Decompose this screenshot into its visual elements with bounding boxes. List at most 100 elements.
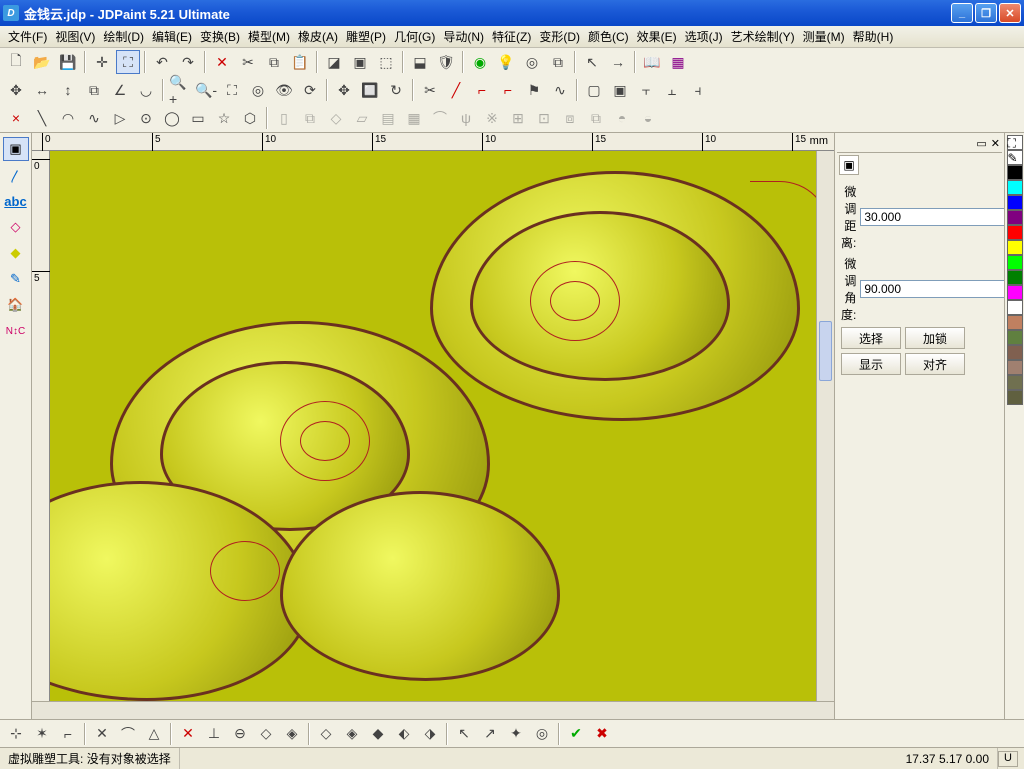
op11-icon[interactable]: ⊡ xyxy=(532,106,556,130)
swatch[interactable] xyxy=(1007,165,1023,180)
panel-dock-icon[interactable]: ▭ xyxy=(976,137,986,150)
lock-button[interactable]: 加锁 xyxy=(905,327,965,349)
bulb-green-icon[interactable]: ◉ xyxy=(468,50,492,74)
rect-icon[interactable]: ▭ xyxy=(186,106,210,130)
zoom-fit-icon[interactable]: ⛶ xyxy=(220,78,244,102)
corner2-icon[interactable]: ⌐ xyxy=(496,78,520,102)
op3-icon[interactable]: ◇ xyxy=(324,106,348,130)
diamond2-icon[interactable]: ◈ xyxy=(340,722,364,746)
swatch[interactable] xyxy=(1007,240,1023,255)
op12-icon[interactable]: ⧈ xyxy=(558,106,582,130)
frame1-icon[interactable]: ▢ xyxy=(582,78,606,102)
hexagon-icon[interactable]: ⬡ xyxy=(238,106,262,130)
select-button[interactable]: 选择 xyxy=(841,327,901,349)
menu-effect[interactable]: 效果(E) xyxy=(633,26,681,47)
maximize-button[interactable]: ❐ xyxy=(975,3,997,23)
tool-brush-icon[interactable]: ✎ xyxy=(3,267,29,291)
tool-curve-icon[interactable]: 〳 xyxy=(3,163,29,187)
tool-drop-icon[interactable]: 🏠 xyxy=(3,293,29,317)
vertical-scrollbar[interactable] xyxy=(816,151,834,701)
swatch[interactable] xyxy=(1007,195,1023,210)
op6-icon[interactable]: ▦ xyxy=(402,106,426,130)
angle-icon[interactable]: ∠ xyxy=(108,78,132,102)
move-icon[interactable]: ✥ xyxy=(4,78,28,102)
flag-icon[interactable]: ⚑ xyxy=(522,78,546,102)
tan-icon[interactable]: ⊖ xyxy=(228,722,252,746)
redo-icon[interactable]: ↷ xyxy=(176,50,200,74)
close-button[interactable]: ✕ xyxy=(999,3,1021,23)
diamond3-icon[interactable]: ◆ xyxy=(366,722,390,746)
tool-paint-icon[interactable]: ◆ xyxy=(3,241,29,265)
show-button[interactable]: 显示 xyxy=(841,353,901,375)
eye-icon[interactable]: 👁 xyxy=(272,78,296,102)
box-icon[interactable]: ▣ xyxy=(348,50,372,74)
crosshair-icon[interactable]: ✛ xyxy=(90,50,114,74)
arrow-right-icon[interactable]: → xyxy=(606,50,630,74)
star-icon[interactable]: ☆ xyxy=(212,106,236,130)
op15-icon[interactable]: ◒ xyxy=(636,106,660,130)
copy-icon[interactable]: ⧉ xyxy=(262,50,286,74)
bulb-yellow-icon[interactable]: 💡 xyxy=(494,50,518,74)
shield-icon[interactable]: 🛡 xyxy=(434,50,458,74)
op5-icon[interactable]: ▤ xyxy=(376,106,400,130)
cube-icon[interactable]: ◪ xyxy=(322,50,346,74)
op4-icon[interactable]: ▱ xyxy=(350,106,374,130)
palette-picker-icon[interactable]: ⛶ xyxy=(1007,135,1023,150)
menu-options[interactable]: 选项(J) xyxy=(681,26,727,47)
tool-text-icon[interactable]: abc xyxy=(3,189,29,213)
menu-geom[interactable]: 几何(G) xyxy=(390,26,439,47)
zoom-out-icon[interactable]: 🔍- xyxy=(194,78,218,102)
select-box-icon[interactable]: ⛶ xyxy=(116,50,140,74)
op14-icon[interactable]: ◓ xyxy=(610,106,634,130)
snap1-icon[interactable]: ⊹ xyxy=(4,722,28,746)
palette-pen-icon[interactable]: ✎ xyxy=(1007,150,1023,165)
zoom-all-icon[interactable]: ◎ xyxy=(246,78,270,102)
diamond4-icon[interactable]: ⬖ xyxy=(392,722,416,746)
swatch[interactable] xyxy=(1007,360,1023,375)
rotate-view-icon[interactable]: ↻ xyxy=(384,78,408,102)
ptr2-icon[interactable]: ↗ xyxy=(478,722,502,746)
circle-dot-icon[interactable]: ⊙ xyxy=(134,106,158,130)
frame2-icon[interactable]: ▣ xyxy=(608,78,632,102)
swatch[interactable] xyxy=(1007,300,1023,315)
menu-model[interactable]: 模型(M) xyxy=(244,26,294,47)
overlap-icon[interactable]: ⧉ xyxy=(546,50,570,74)
line-red-icon[interactable]: ╱ xyxy=(444,78,468,102)
nudge-distance-input[interactable] xyxy=(860,208,1023,226)
ellipse-icon[interactable]: ◯ xyxy=(160,106,184,130)
tool-bbox-icon[interactable]: ▣ xyxy=(3,137,29,161)
line-icon[interactable]: ╲ xyxy=(30,106,54,130)
horizontal-scrollbar[interactable] xyxy=(32,701,834,719)
radius-icon[interactable]: ◡ xyxy=(134,78,158,102)
menu-help[interactable]: 帮助(H) xyxy=(849,26,898,47)
triangle-icon[interactable]: ▷ xyxy=(108,106,132,130)
open-file-icon[interactable]: 📂 xyxy=(30,50,54,74)
swatch[interactable] xyxy=(1007,315,1023,330)
align2-icon[interactable]: ⫠ xyxy=(660,78,684,102)
pan-icon[interactable]: ✥ xyxy=(332,78,356,102)
swatch[interactable] xyxy=(1007,345,1023,360)
menu-deform[interactable]: 变形(D) xyxy=(535,26,584,47)
op7-icon[interactable]: ⌒ xyxy=(428,106,452,130)
wire-icon[interactable]: ⬚ xyxy=(374,50,398,74)
new-file-icon[interactable]: 🗋 xyxy=(4,50,28,74)
menu-eraser[interactable]: 橡皮(A) xyxy=(294,26,342,47)
snap3-icon[interactable]: ⌐ xyxy=(56,722,80,746)
menu-edit[interactable]: 编辑(E) xyxy=(148,26,196,47)
cursor-icon[interactable]: ↖ xyxy=(580,50,604,74)
swatch[interactable] xyxy=(1007,225,1023,240)
align1-icon[interactable]: ⫟ xyxy=(634,78,658,102)
zoom-in-icon[interactable]: 🔍+ xyxy=(168,78,192,102)
tool-region-icon[interactable]: ◇ xyxy=(3,215,29,239)
point-icon[interactable]: × xyxy=(4,106,28,130)
scissor-icon[interactable]: ✂ xyxy=(418,78,442,102)
corner-icon[interactable]: ⌐ xyxy=(470,78,494,102)
check-icon[interactable]: ✔ xyxy=(564,722,588,746)
menu-feature[interactable]: 特征(Z) xyxy=(488,26,535,47)
ctr-icon[interactable]: ◈ xyxy=(280,722,304,746)
menu-view[interactable]: 视图(V) xyxy=(51,26,99,47)
mid-icon[interactable]: ◇ xyxy=(254,722,278,746)
undo-icon[interactable]: ↶ xyxy=(150,50,174,74)
cut-icon[interactable]: ✂ xyxy=(236,50,260,74)
paste-icon[interactable]: 📋 xyxy=(288,50,312,74)
